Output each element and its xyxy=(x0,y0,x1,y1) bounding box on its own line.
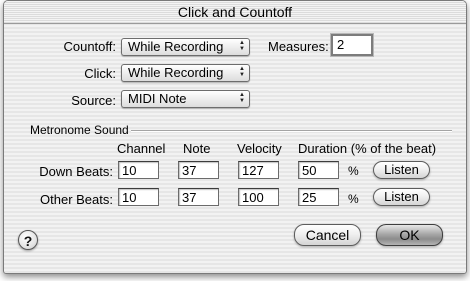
column-header-velocity: Velocity xyxy=(237,141,282,156)
down-beats-velocity-field[interactable]: 127 xyxy=(238,161,279,179)
other-beats-label: Other Beats: xyxy=(40,192,113,207)
question-mark-icon: ? xyxy=(23,233,33,249)
other-beats-note-field[interactable]: 37 xyxy=(178,188,219,206)
other-beats-percent: % xyxy=(348,192,359,206)
click-popup[interactable]: While Recording ▲ ▼ xyxy=(121,64,250,82)
source-label: Source: xyxy=(71,93,116,108)
countoff-popup[interactable]: While Recording ▲ ▼ xyxy=(121,38,250,56)
up-down-arrows-icon: ▲ ▼ xyxy=(239,40,245,52)
countoff-value: While Recording xyxy=(128,39,224,54)
click-countoff-dialog: Click and Countoff Countoff: While Recor… xyxy=(3,0,467,274)
other-beats-velocity-field[interactable]: 100 xyxy=(238,188,279,206)
source-value: MIDI Note xyxy=(128,91,187,106)
other-beats-duration-field[interactable]: 25 xyxy=(298,188,339,206)
other-beats-channel-field[interactable]: 10 xyxy=(118,188,159,206)
measures-field[interactable]: 2 xyxy=(331,34,373,56)
click-label: Click: xyxy=(84,66,116,81)
column-header-duration: Duration (% of the beat) xyxy=(298,141,437,156)
down-beats-percent: % xyxy=(348,164,359,178)
other-beats-listen-button[interactable]: Listen xyxy=(373,188,430,206)
title-bar[interactable]: Click and Countoff xyxy=(4,1,466,24)
down-beats-channel-field[interactable]: 10 xyxy=(118,161,159,179)
countoff-label: Countoff: xyxy=(63,39,116,54)
column-header-channel: Channel xyxy=(117,141,166,156)
column-header-note: Note xyxy=(183,141,211,156)
down-beats-listen-button[interactable]: Listen xyxy=(373,161,430,179)
dialog-title: Click and Countoff xyxy=(177,4,293,20)
group-divider xyxy=(131,130,452,132)
down-beats-label: Down Beats: xyxy=(39,164,113,179)
help-button[interactable]: ? xyxy=(18,230,38,250)
source-popup[interactable]: MIDI Note ▲ ▼ xyxy=(121,90,250,108)
click-value: While Recording xyxy=(128,65,224,80)
ok-button[interactable]: OK xyxy=(376,224,443,246)
cancel-button[interactable]: Cancel xyxy=(294,224,361,246)
measures-label: Measures: xyxy=(268,39,329,54)
up-down-arrows-icon: ▲ ▼ xyxy=(239,92,245,104)
up-down-arrows-icon: ▲ ▼ xyxy=(239,66,245,78)
down-beats-duration-field[interactable]: 50 xyxy=(298,161,339,179)
metronome-group-label: Metronome Sound xyxy=(30,123,129,137)
down-beats-note-field[interactable]: 37 xyxy=(178,161,219,179)
